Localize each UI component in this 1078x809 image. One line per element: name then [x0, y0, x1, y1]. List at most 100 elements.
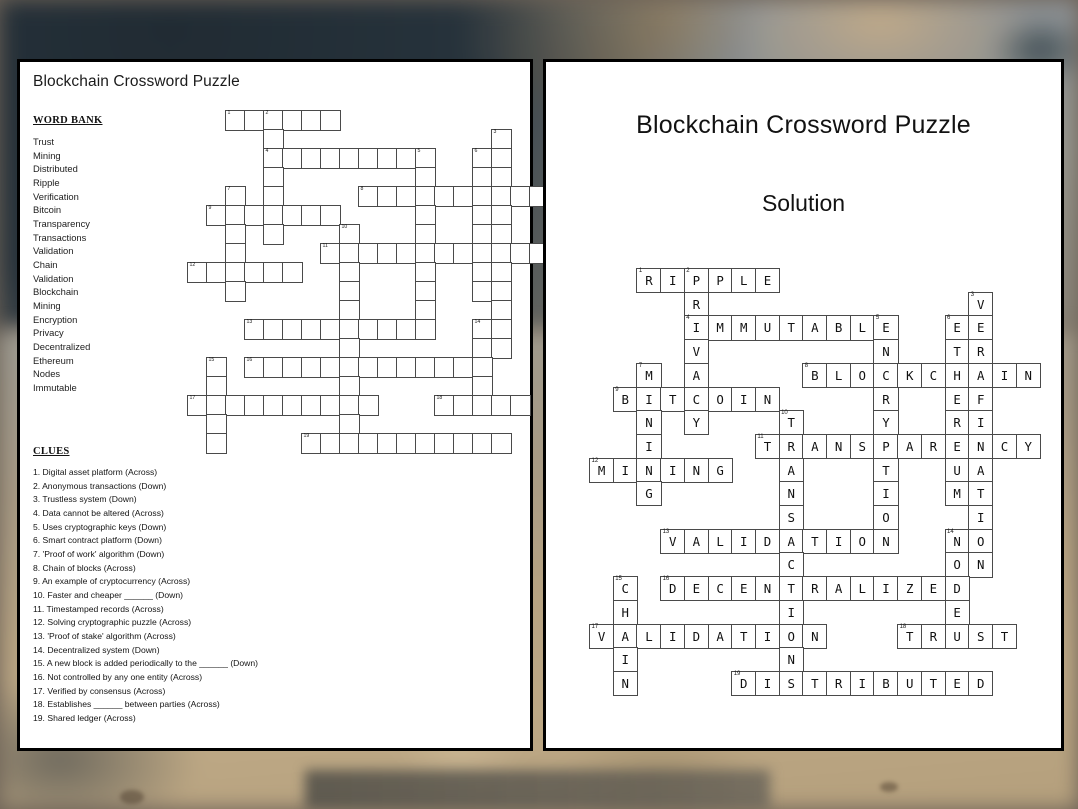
crossword-cell[interactable]: I — [991, 362, 1018, 388]
crossword-cell[interactable]: N — [636, 457, 662, 483]
crossword-cell[interactable]: R — [920, 433, 946, 460]
crossword-cell[interactable]: R — [802, 576, 828, 602]
crossword-cell[interactable]: 10 — [339, 224, 360, 245]
crossword-cell[interactable] — [396, 186, 417, 207]
crossword-cell[interactable]: 16 D — [660, 576, 686, 602]
crossword-cell[interactable]: I — [660, 268, 686, 294]
crossword-cell[interactable]: I — [636, 386, 662, 412]
crossword-cell[interactable]: 18 — [434, 395, 455, 416]
crossword-cell[interactable]: N — [802, 623, 828, 649]
crossword-cell[interactable] — [415, 281, 436, 302]
crossword-cell[interactable] — [472, 224, 493, 245]
crossword-cell[interactable] — [320, 395, 341, 416]
crossword-cell[interactable] — [263, 167, 284, 188]
crossword-cell[interactable] — [453, 186, 474, 207]
crossword-cell[interactable] — [320, 148, 341, 169]
crossword-cell[interactable] — [244, 262, 265, 283]
crossword-cell[interactable]: A — [778, 528, 804, 554]
crossword-cell[interactable] — [377, 186, 398, 207]
crossword-cell[interactable]: T — [944, 339, 970, 365]
crossword-cell[interactable] — [472, 395, 493, 416]
crossword-cell[interactable] — [415, 319, 436, 340]
crossword-cell[interactable]: U — [944, 623, 970, 649]
crossword-cell[interactable] — [434, 186, 455, 207]
crossword-cell[interactable] — [491, 167, 512, 188]
crossword-cell[interactable]: 17 V — [589, 623, 615, 649]
crossword-cell[interactable] — [472, 243, 493, 264]
crossword-cell[interactable]: A — [707, 623, 733, 649]
crossword-cell[interactable] — [472, 262, 493, 283]
crossword-cell[interactable] — [339, 281, 360, 302]
crossword-cell[interactable]: C — [991, 433, 1018, 460]
crossword-cell[interactable]: G — [707, 457, 733, 483]
crossword-cell[interactable]: D — [968, 670, 994, 697]
crossword-cell[interactable]: 6E — [944, 315, 970, 341]
crossword-cell[interactable]: 14 N — [944, 528, 970, 554]
crossword-cell[interactable]: A — [683, 362, 709, 388]
crossword-cell[interactable] — [225, 224, 246, 245]
crossword-cell[interactable] — [434, 433, 455, 454]
crossword-cell[interactable] — [358, 243, 379, 264]
crossword-cell[interactable] — [491, 395, 512, 416]
crossword-cell[interactable]: Y — [683, 410, 709, 436]
crossword-cell[interactable] — [301, 205, 322, 226]
crossword-cell[interactable] — [225, 243, 246, 264]
crossword-cell[interactable]: D — [944, 576, 970, 602]
crossword-cell[interactable]: R — [944, 410, 970, 436]
crossword-cell[interactable]: E — [944, 386, 970, 412]
crossword-cell[interactable]: 13 V — [660, 528, 686, 554]
crossword-cell[interactable]: 9B — [612, 386, 638, 412]
crossword-cell[interactable] — [358, 395, 379, 416]
crossword-cell[interactable] — [282, 262, 303, 283]
crossword-cell[interactable] — [301, 357, 322, 378]
crossword-cell[interactable]: 2 — [263, 110, 284, 131]
crossword-cell[interactable]: O — [944, 552, 970, 578]
crossword-cell[interactable]: T — [920, 670, 946, 697]
crossword-cell[interactable]: N — [873, 528, 899, 554]
crossword-cell[interactable]: L — [707, 528, 733, 554]
crossword-cell[interactable]: E — [968, 315, 994, 341]
crossword-cell[interactable]: P — [873, 433, 899, 460]
crossword-cell[interactable]: H — [612, 599, 638, 625]
crossword-cell[interactable] — [339, 395, 360, 416]
crossword-cell[interactable]: I — [612, 647, 638, 673]
crossword-cell[interactable] — [282, 110, 303, 131]
crossword-cell[interactable] — [206, 262, 227, 283]
crossword-cell[interactable] — [472, 433, 493, 454]
crossword-cell[interactable] — [225, 281, 246, 302]
crossword-cell[interactable]: T — [778, 315, 804, 341]
crossword-cell[interactable] — [282, 357, 303, 378]
crossword-cell[interactable]: A — [968, 362, 994, 388]
crossword-cell[interactable] — [339, 357, 360, 378]
crossword-cell[interactable]: O — [873, 505, 899, 531]
crossword-cell[interactable]: I — [612, 457, 638, 483]
crossword-cell[interactable] — [396, 433, 417, 454]
crossword-cell[interactable]: N — [612, 670, 638, 697]
crossword-cell[interactable]: E — [944, 433, 970, 460]
crossword-cell[interactable]: N — [754, 386, 781, 412]
crossword-cell[interactable] — [339, 148, 360, 169]
crossword-cell[interactable] — [396, 319, 417, 340]
crossword-cell[interactable] — [491, 262, 512, 283]
crossword-cell[interactable]: 12 M — [589, 457, 615, 483]
crossword-cell[interactable] — [301, 110, 322, 131]
crossword-cell[interactable]: K — [897, 362, 923, 388]
crossword-cell[interactable] — [377, 319, 398, 340]
crossword-cell[interactable] — [453, 357, 474, 378]
crossword-cell[interactable]: N — [968, 552, 994, 578]
crossword-cell[interactable]: 8B — [802, 362, 828, 388]
crossword-cell[interactable]: E — [944, 670, 970, 697]
crossword-cell[interactable] — [301, 148, 322, 169]
crossword-cell[interactable]: I — [873, 576, 899, 602]
crossword-cell[interactable]: I — [778, 599, 804, 625]
crossword-cell[interactable]: 5E — [873, 315, 899, 341]
crossword-cell[interactable]: 5 — [415, 148, 436, 169]
crossword-cell[interactable] — [263, 224, 284, 245]
crossword-cell[interactable]: 11 T — [754, 433, 781, 460]
crossword-cell[interactable]: 11 — [320, 243, 341, 264]
crossword-cell[interactable]: I — [660, 623, 686, 649]
crossword-cell[interactable] — [415, 433, 436, 454]
crossword-cell[interactable]: 4 — [263, 148, 284, 169]
crossword-cell[interactable]: E — [731, 576, 757, 602]
crossword-cell[interactable] — [415, 243, 436, 264]
